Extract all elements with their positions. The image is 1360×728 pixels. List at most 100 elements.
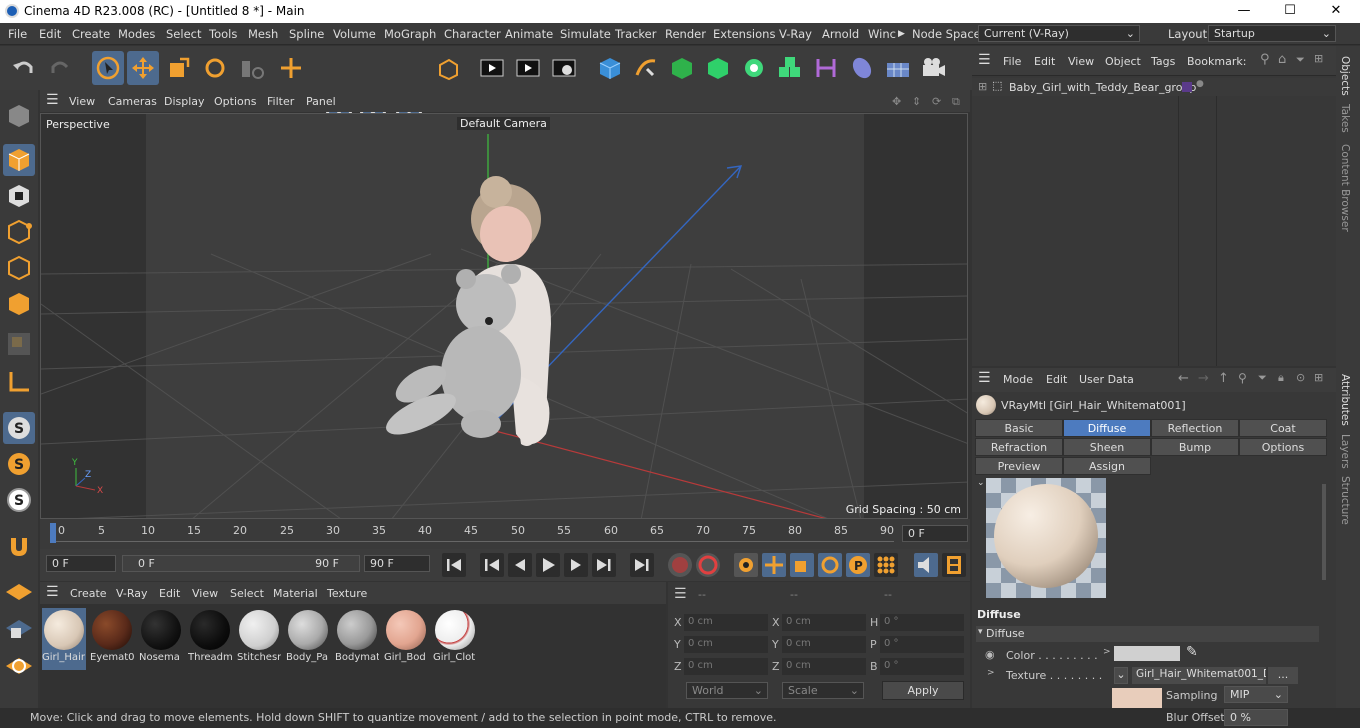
record-keys-button[interactable] xyxy=(668,553,692,577)
tab-sheen[interactable]: Sheen xyxy=(1063,438,1151,456)
animate-radio-icon[interactable]: ◉ xyxy=(985,648,995,661)
menu-simulate[interactable]: Simulate xyxy=(560,27,611,41)
recent-tools-button[interactable] xyxy=(237,51,269,85)
attribute-menu-mode[interactable]: Mode xyxy=(1003,373,1033,386)
rotation-b-field[interactable]: 0 ° xyxy=(880,658,964,675)
pan-view-icon[interactable]: ✥ xyxy=(892,95,901,108)
keyframe-selection-button[interactable] xyxy=(734,553,758,577)
frame-range-slider[interactable]: 0 F 90 F xyxy=(122,555,360,572)
material-swatch[interactable]: Girl_Hair xyxy=(42,608,86,670)
playhead[interactable] xyxy=(50,523,56,543)
viewport-menu-display[interactable]: Display xyxy=(164,95,205,108)
tab-basic[interactable]: Basic xyxy=(975,419,1063,437)
polygons-mode-button[interactable] xyxy=(3,288,35,320)
tweak-mode-button[interactable] xyxy=(3,530,35,562)
node-space-dropdown[interactable]: Current (V-Ray) ⌄ xyxy=(978,25,1140,42)
object-menu-view[interactable]: View xyxy=(1068,55,1094,68)
go-to-end-button[interactable] xyxy=(630,553,654,577)
attribute-menu-user-data[interactable]: User Data xyxy=(1079,373,1134,386)
new-window-icon[interactable]: ⊞ xyxy=(1314,371,1323,384)
timeline-ruler[interactable]: 0 5 10 15 20 25 30 35 40 45 50 55 60 65 … xyxy=(40,519,970,549)
tab-options[interactable]: Options xyxy=(1239,438,1327,456)
position-y-field[interactable]: 0 cm xyxy=(684,636,768,653)
material-menu-view[interactable]: View xyxy=(192,587,218,600)
object-menu-tags[interactable]: Tags xyxy=(1151,55,1175,68)
next-frame-button[interactable] xyxy=(564,553,588,577)
size-x-field[interactable]: 0 cm xyxy=(782,614,866,631)
menu-modes[interactable]: Modes xyxy=(118,27,155,41)
filter-icon[interactable]: ⏷ xyxy=(1296,53,1305,67)
tab-refraction[interactable]: Refraction xyxy=(975,438,1063,456)
menu-spline[interactable]: Spline xyxy=(289,27,324,41)
live-selection-button[interactable] xyxy=(92,51,124,85)
current-frame-field[interactable]: 0 F xyxy=(902,525,968,542)
menu-create[interactable]: Create xyxy=(72,27,110,41)
tab-objects[interactable]: Objects xyxy=(1339,56,1351,96)
texture-more-button[interactable]: ... xyxy=(1268,667,1298,684)
rotate-view-icon[interactable]: ⟳ xyxy=(932,95,941,108)
make-editable-button[interactable] xyxy=(3,100,35,132)
render-to-picture-viewer-button[interactable] xyxy=(512,51,544,85)
scale-tool-button[interactable] xyxy=(163,51,195,85)
layout-dropdown[interactable]: Startup ⌄ xyxy=(1208,25,1336,42)
camera-label[interactable]: Default Camera xyxy=(457,117,550,130)
filter-icon[interactable]: ⏷ xyxy=(1258,371,1267,385)
axis-mode-button[interactable] xyxy=(3,366,35,398)
menu-animate[interactable]: Animate xyxy=(505,27,553,41)
tab-assign[interactable]: Assign xyxy=(1063,457,1151,475)
menu-window[interactable]: Winc xyxy=(868,27,896,41)
material-menu-edit[interactable]: Edit xyxy=(159,587,180,600)
mograph-fracture-button[interactable] xyxy=(774,51,806,85)
previous-key-button[interactable] xyxy=(480,553,504,577)
layer-color-icon[interactable] xyxy=(1182,82,1192,92)
menu-select[interactable]: Select xyxy=(166,27,201,41)
back-arrow-icon[interactable]: ← xyxy=(1178,371,1189,386)
key-rotation-button[interactable] xyxy=(818,553,842,577)
rotate-tool-button[interactable] xyxy=(199,51,231,85)
hamburger-icon[interactable]: ☰ xyxy=(46,584,59,600)
render-settings-button[interactable] xyxy=(548,51,580,85)
tab-content-browser[interactable]: Content Browser xyxy=(1339,144,1351,232)
play-button[interactable] xyxy=(536,553,560,577)
menu-mograph[interactable]: MoGraph xyxy=(384,27,436,41)
menu-volume[interactable]: Volume xyxy=(333,27,376,41)
end-frame-field[interactable]: 90 F xyxy=(364,555,430,572)
field-button[interactable] xyxy=(846,51,878,85)
viewport-menu-view[interactable]: View xyxy=(69,95,95,108)
expand-arrow-icon[interactable]: > xyxy=(1103,647,1111,657)
key-scale-button[interactable] xyxy=(790,553,814,577)
blur-offset-field[interactable]: 0 % xyxy=(1224,709,1288,726)
viewport-menu-options[interactable]: Options xyxy=(214,95,256,108)
key-position-button[interactable] xyxy=(762,553,786,577)
new-window-icon[interactable]: ⊞ xyxy=(1314,52,1323,65)
expand-arrow-icon[interactable]: > xyxy=(987,668,995,678)
coordinate-system-button[interactable] xyxy=(432,51,464,85)
object-row[interactable]: ⊞ ⬚ Baby_Girl_with_Teddy_Bear_group ● xyxy=(972,78,1336,96)
menu-character[interactable]: Character xyxy=(444,27,501,41)
snap-settings-button[interactable]: S xyxy=(3,448,35,480)
visibility-dots-icon[interactable]: ● xyxy=(1196,79,1204,89)
menu-mesh[interactable]: Mesh xyxy=(248,27,278,41)
menu-vray[interactable]: V-Ray xyxy=(779,27,812,41)
timeline-film-button[interactable] xyxy=(942,553,966,577)
autokeying-button[interactable] xyxy=(696,553,720,577)
subsection-header[interactable]: Diffuse ▾ xyxy=(976,626,1319,642)
viewport-menu-panel[interactable]: Panel xyxy=(306,95,336,108)
dolly-view-icon[interactable]: ⇕ xyxy=(912,95,921,108)
material-swatch[interactable]: Eyemat0 xyxy=(90,608,134,670)
material-menu-create[interactable]: Create xyxy=(70,587,107,600)
points-mode-button[interactable] xyxy=(3,216,35,248)
redo-button[interactable] xyxy=(44,51,76,85)
cube-primitive-button[interactable] xyxy=(594,51,626,85)
apply-button[interactable]: Apply xyxy=(882,681,964,700)
workplane-snap-button[interactable]: S xyxy=(3,484,35,516)
material-swatch[interactable]: Threadm xyxy=(188,608,232,670)
menu-arnold[interactable]: Arnold xyxy=(822,27,859,41)
maximize-button[interactable]: ☐ xyxy=(1272,2,1308,20)
tab-reflection[interactable]: Reflection xyxy=(1151,419,1239,437)
uv-mode-button[interactable] xyxy=(3,328,35,360)
spline-pen-button[interactable] xyxy=(630,51,662,85)
up-arrow-icon[interactable]: ↑ xyxy=(1218,371,1229,386)
key-point-level-button[interactable] xyxy=(874,553,898,577)
expand-icon[interactable]: ⊞ xyxy=(978,80,987,93)
